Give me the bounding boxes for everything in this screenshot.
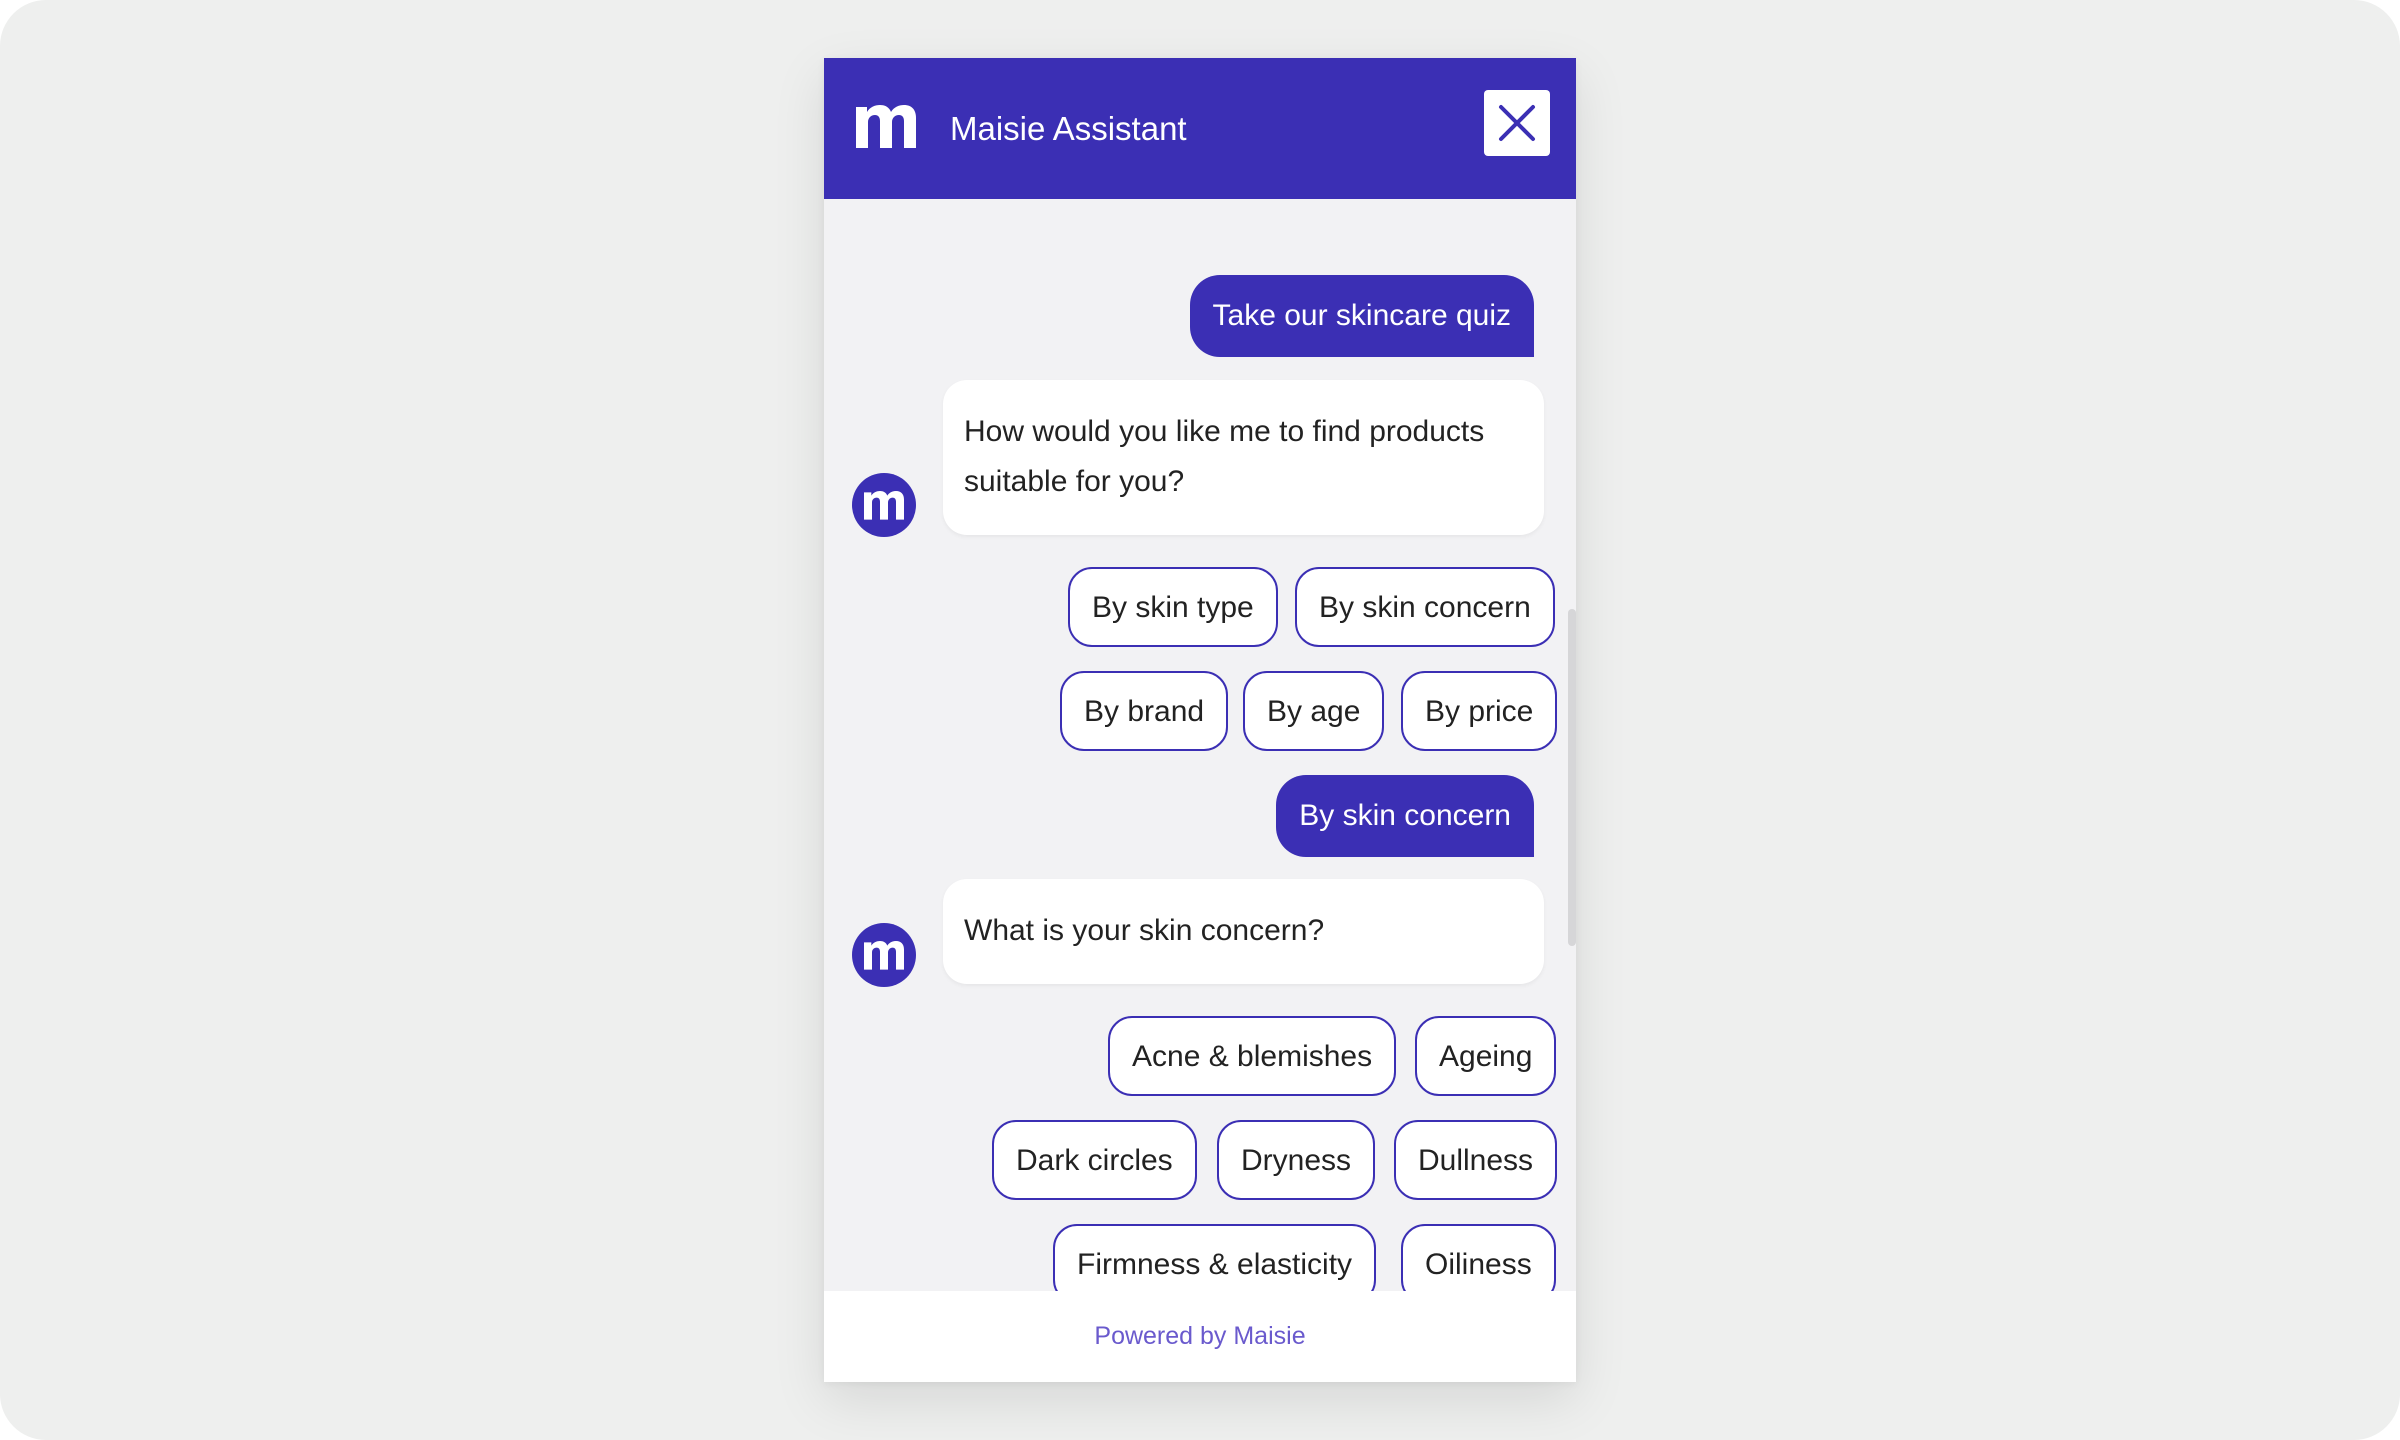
option-chip-dark-circles[interactable]: Dark circles (992, 1120, 1197, 1200)
option-chip-ageing[interactable]: Ageing (1415, 1016, 1557, 1096)
option-chip-by-price[interactable]: By price (1401, 671, 1558, 751)
powered-by-link[interactable]: Powered by Maisie (1094, 1322, 1305, 1350)
scrollbar-thumb[interactable] (1568, 609, 1576, 946)
option-chip-by-brand[interactable]: By brand (1060, 671, 1229, 751)
chat-header: Maisie Assistant (824, 58, 1576, 199)
user-message: By skin concern (1276, 775, 1534, 857)
chat-widget: Maisie Assistant Take our skincare quiz … (824, 58, 1576, 1382)
assistant-title: Maisie Assistant (950, 110, 1187, 147)
close-button[interactable] (1484, 90, 1550, 156)
option-chip-by-age[interactable]: By age (1243, 671, 1385, 751)
message-list[interactable]: Take our skincare quiz How would you lik… (824, 199, 1576, 1382)
bot-message: How would you like me to find products s… (943, 380, 1544, 535)
user-message: Take our skincare quiz (1189, 275, 1534, 357)
bot-avatar (852, 473, 916, 537)
option-chip-acne-blemishes[interactable]: Acne & blemishes (1108, 1016, 1397, 1096)
option-chip-dryness[interactable]: Dryness (1217, 1120, 1376, 1200)
maisie-logo-icon (854, 94, 918, 158)
close-icon (1499, 105, 1535, 141)
option-chip-dullness[interactable]: Dullness (1394, 1120, 1558, 1200)
option-chip-by-skin-type[interactable]: By skin type (1068, 567, 1278, 647)
bot-avatar (852, 923, 916, 987)
powered-by-footer[interactable]: Powered by Maisie (824, 1291, 1576, 1382)
option-chip-by-skin-concern[interactable]: By skin concern (1295, 567, 1555, 647)
bot-message: What is your skin concern? (943, 879, 1544, 984)
